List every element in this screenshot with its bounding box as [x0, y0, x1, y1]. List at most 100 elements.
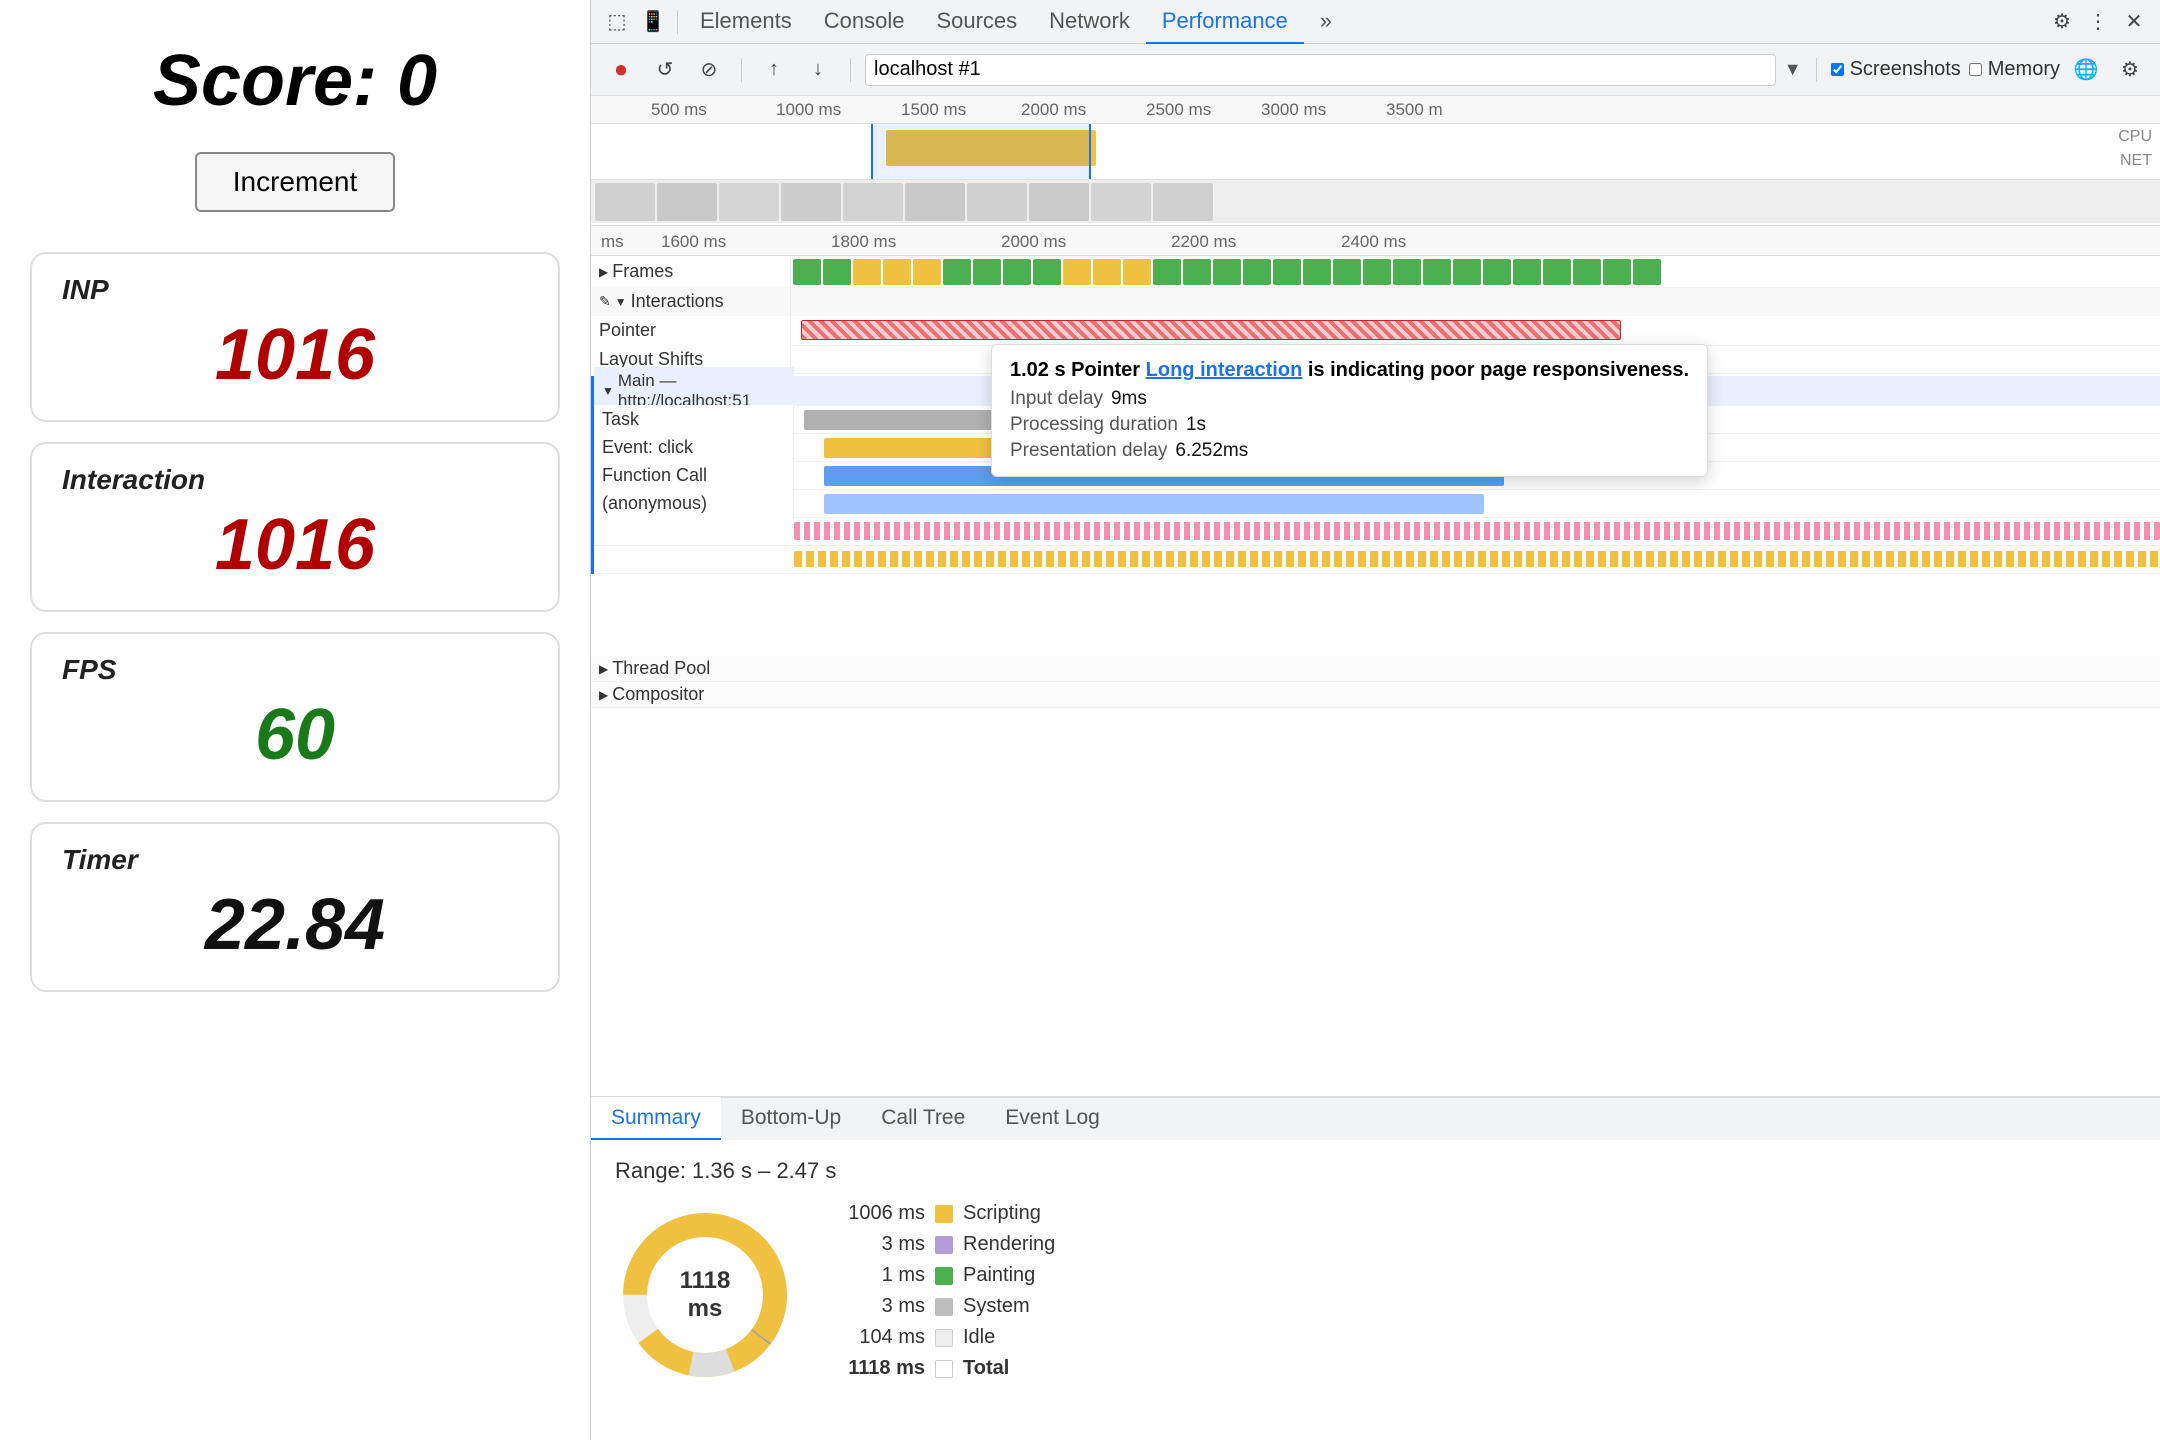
frame-block	[1333, 259, 1361, 285]
frames-chevron: ▶	[599, 265, 608, 279]
anonymous-bar	[824, 494, 1484, 514]
donut-chart: 1118 ms	[615, 1205, 795, 1385]
record-button[interactable]: ⏺	[603, 52, 639, 88]
frame-block	[943, 259, 971, 285]
thread-pool-row[interactable]: ▶ Thread Pool	[591, 656, 2160, 682]
interaction-card: Interaction 1016	[30, 442, 560, 612]
url-input[interactable]	[865, 54, 1776, 86]
ruler-2000ms: 2000 ms	[1021, 100, 1086, 120]
cpu-label: CPU	[2118, 128, 2152, 146]
record-bar: ⏺ ↺ ⊘ ↑ ↓ ▼ Screenshots Memory 🌐 ⚙	[591, 44, 2160, 96]
ruler-1000ms: 1000 ms	[776, 100, 841, 120]
frame-block	[1423, 259, 1451, 285]
frame-block	[1153, 259, 1181, 285]
frame-block	[1243, 259, 1271, 285]
fps-card: FPS 60	[30, 632, 560, 802]
detail-2000: 2000 ms	[1001, 232, 1066, 252]
detail-timeline[interactable]: ms 1600 ms 1800 ms 2000 ms 2200 ms 2400 …	[591, 226, 2160, 1096]
reload-button[interactable]: ↺	[647, 52, 683, 88]
frame-block	[1483, 259, 1511, 285]
summary-panel: Range: 1.36 s – 2.47 s 1118 ms	[591, 1140, 2160, 1440]
legend-system: 3 ms System	[835, 1295, 1055, 1318]
frame-block	[883, 259, 911, 285]
download-button[interactable]: ↓	[800, 52, 836, 88]
idle-color	[935, 1329, 953, 1347]
tab-more[interactable]: »	[1304, 0, 1348, 44]
scripting-row-2	[594, 546, 2160, 574]
memory-checkbox[interactable]	[1969, 63, 1982, 76]
tooltip-input-delay: Input delay 9ms	[1010, 388, 1689, 410]
pink-bar	[794, 522, 2160, 540]
detail-1800: 1800 ms	[831, 232, 896, 252]
detail-1600: 1600 ms	[661, 232, 726, 252]
tab-console[interactable]: Console	[808, 0, 921, 44]
tab-sources[interactable]: Sources	[920, 0, 1033, 44]
frame-block	[1093, 259, 1121, 285]
main-chevron: ▼	[602, 384, 614, 398]
frame-block	[973, 259, 1001, 285]
pointer-row[interactable]: Pointer 1.02 s Pointer Long interaction …	[591, 316, 2160, 346]
timeline-spacer	[591, 576, 2160, 656]
node-select-icon[interactable]: ⬚	[599, 4, 635, 40]
summary-range: Range: 1.36 s – 2.47 s	[615, 1158, 2136, 1184]
timer-card: Timer 22.84	[30, 822, 560, 992]
close-icon[interactable]: ✕	[2116, 4, 2152, 40]
scripting-row-1	[594, 518, 2160, 546]
screenshot-thumb	[595, 183, 655, 221]
more-options-icon[interactable]: ⋮	[2080, 4, 2116, 40]
system-color	[935, 1298, 953, 1316]
interactions-expand[interactable]: ✎ ▼ Interactions	[591, 287, 791, 316]
tab-call-tree[interactable]: Call Tree	[861, 1097, 985, 1140]
fps-value: 60	[62, 694, 528, 776]
timer-value: 22.84	[62, 884, 528, 966]
ruler-3500ms: 3500 m	[1386, 100, 1443, 120]
memory-checkbox-label[interactable]: Memory	[1969, 58, 2060, 81]
tooltip-title: 1.02 s Pointer Long interaction is indic…	[1010, 359, 1689, 382]
frame-block	[1033, 259, 1061, 285]
screenshot-thumb	[905, 183, 965, 221]
legend-scripting: 1006 ms Scripting	[835, 1202, 1055, 1225]
ruler-1500ms: 1500 ms	[901, 100, 966, 120]
network-throttle-icon[interactable]: 🌐	[2068, 52, 2104, 88]
pointer-bar[interactable]	[801, 320, 1621, 340]
legend-total: 1118 ms Total	[835, 1357, 1055, 1380]
screenshot-thumb	[1029, 183, 1089, 221]
net-label: NET	[2120, 152, 2152, 170]
compositor-row[interactable]: ▶ Compositor	[591, 682, 2160, 708]
tab-summary[interactable]: Summary	[591, 1097, 721, 1140]
cpu-overview-row: CPU NET	[591, 124, 2160, 179]
cpu-throttle-icon[interactable]: ⚙	[2112, 52, 2148, 88]
legend-table: 1006 ms Scripting 3 ms Rendering 1 ms Pa…	[835, 1202, 1055, 1388]
frame-block	[1063, 259, 1091, 285]
ruler-500ms: 500 ms	[651, 100, 707, 120]
device-icon[interactable]: 📱	[635, 4, 671, 40]
detail-ruler: ms 1600 ms 1800 ms 2000 ms 2200 ms 2400 …	[591, 226, 2160, 256]
tab-elements[interactable]: Elements	[684, 0, 808, 44]
timeline-overview[interactable]: 500 ms 1000 ms 1500 ms 2000 ms 2500 ms 3…	[591, 96, 2160, 226]
legend-painting: 1 ms Painting	[835, 1264, 1055, 1287]
clear-button[interactable]: ⊘	[691, 52, 727, 88]
left-panel: Score: 0 Increment INP 1016 Interaction …	[0, 0, 590, 1440]
frame-block	[1513, 259, 1541, 285]
anonymous-content	[794, 490, 2160, 518]
pointer-label: Pointer	[591, 316, 791, 345]
frame-block	[793, 259, 821, 285]
frame-block	[1543, 259, 1571, 285]
summary-content: 1118 ms 1006 ms Scripting 3 ms Rendering…	[615, 1202, 2136, 1388]
upload-button[interactable]: ↑	[756, 52, 792, 88]
screenshot-strip	[591, 179, 2160, 223]
tab-performance[interactable]: Performance	[1146, 0, 1304, 44]
tab-bottom-up[interactable]: Bottom-Up	[721, 1097, 861, 1140]
tab-event-log[interactable]: Event Log	[985, 1097, 1120, 1140]
screenshot-thumb	[1091, 183, 1151, 221]
scripting-label-1	[594, 528, 794, 536]
screenshots-checkbox[interactable]	[1831, 63, 1844, 76]
increment-button[interactable]: Increment	[195, 152, 396, 212]
tab-network[interactable]: Network	[1033, 0, 1146, 44]
settings-icon[interactable]: ⚙	[2044, 4, 2080, 40]
tooltip-link[interactable]: Long interaction	[1146, 359, 1303, 381]
total-color	[935, 1360, 953, 1378]
inp-label: INP	[62, 274, 528, 306]
devtools-panel: ⬚ 📱 Elements Console Sources Network Per…	[590, 0, 2160, 1440]
screenshots-checkbox-label[interactable]: Screenshots	[1831, 58, 1961, 81]
